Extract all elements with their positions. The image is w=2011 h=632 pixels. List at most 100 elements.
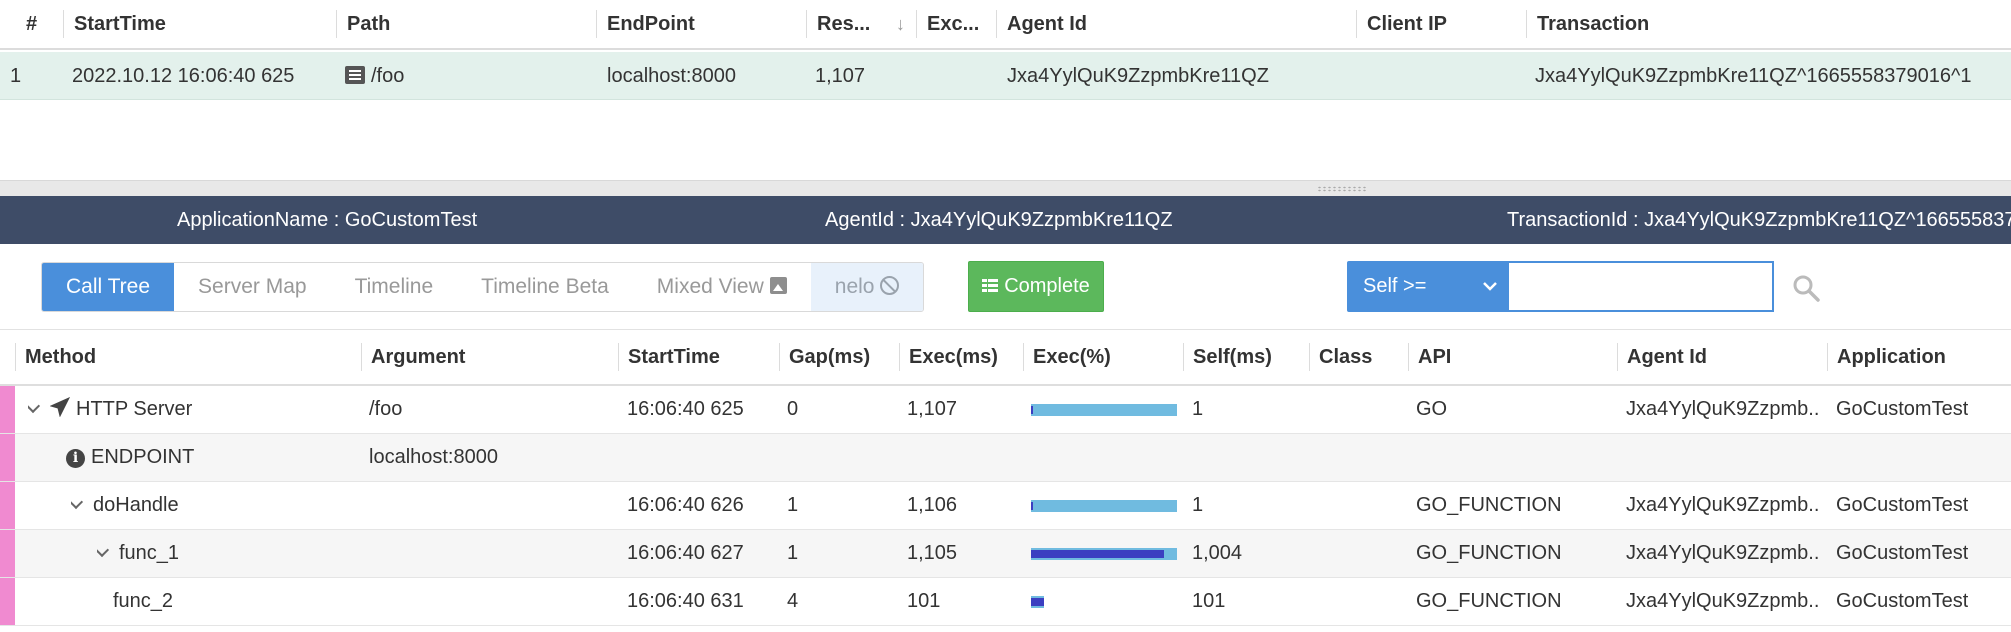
transaction-list-header: # StartTime Path EndPoint Res... ↓ Exc...… [0,0,2011,50]
self-cell: 1 [1192,398,1204,420]
exec-cell: 1,107 [907,398,958,420]
method-cell: doHandle [71,482,179,529]
col-header-exec[interactable]: Exec(ms) [899,331,998,384]
call-tree-row[interactable]: doHandle 16:06:40 626 1 1,106 1 GO_FUNCT… [0,482,2011,530]
agent-id-cell: Jxa4YylQuK9Zzpmb... [1626,494,1821,516]
self-bar-fill [1031,502,1033,510]
gap-cell: 4 [787,590,799,612]
col-header-client-ip[interactable]: Client IP [1355,0,1527,48]
ban-icon [880,276,900,295]
starttime-cell: 16:06:40 625 [627,398,744,420]
exec-pct-bar [1031,404,1177,416]
tab-timeline[interactable]: Timeline [330,263,458,311]
method-cell: func_1 [97,530,179,577]
application-cell: GoCustomTest [1836,398,1969,420]
col-header-method[interactable]: Method [15,331,96,384]
tab-server-map[interactable]: Server Map [174,263,331,311]
application-name-label: ApplicationName : GoCustomTest [177,209,478,231]
starttime-cell: 16:06:40 627 [627,542,744,564]
api-cell: GO_FUNCTION [1416,494,1562,516]
tab-mixed-view[interactable]: Mixed View [632,263,811,311]
chevron-down-icon[interactable] [28,398,41,414]
col-header-class[interactable]: Class [1309,331,1372,384]
col-header-transaction[interactable]: Transaction [1525,0,2005,48]
row-marker [0,482,15,529]
tab-call-tree[interactable]: Call Tree [42,263,175,311]
chevron-down-icon [1483,261,1497,312]
paper-plane-icon [49,388,71,433]
cell-client-ip [1355,52,1365,100]
search-icon[interactable] [1792,274,1820,302]
application-cell: GoCustomTest [1836,542,1969,564]
sort-desc-icon: ↓ [896,14,905,34]
detail-toolbar: Call Tree Server Map Timeline Timeline B… [0,244,2011,330]
col-header-gap[interactable]: Gap(ms) [779,331,870,384]
exec-pct-bar [1031,500,1177,512]
col-header-agent-id[interactable]: Agent Id [995,0,1357,48]
call-tree-row[interactable]: func_1 16:06:40 627 1 1,105 1,004 GO_FUN… [0,530,2011,578]
col-header-self[interactable]: Self(ms) [1183,331,1272,384]
cell-path: /foo [335,52,404,100]
self-bar-fill [1031,406,1033,414]
self-cell: 1 [1192,494,1204,516]
application-cell: GoCustomTest [1836,590,1969,612]
col-header-application[interactable]: Application [1827,331,1946,384]
cell-index: 1 [10,65,22,87]
self-filter-dropdown[interactable]: Self >= [1347,261,1509,312]
self-cell: 101 [1192,590,1226,612]
self-bar-fill [1031,550,1164,558]
api-cell: GO_FUNCTION [1416,590,1562,612]
col-header-exec-pct[interactable]: Exec(%) [1023,331,1111,384]
complete-button[interactable]: Complete [968,261,1104,312]
method-cell: i ENDPOINT [66,434,194,481]
drag-handle-icon[interactable] [1317,186,1367,192]
self-cell: 1,004 [1192,542,1243,564]
exec-pct-bar [1031,596,1177,608]
chevron-down-icon[interactable] [97,542,110,558]
tab-timeline-beta[interactable]: Timeline Beta [457,263,633,311]
method-cell: HTTP Server [28,386,192,433]
call-tree-row[interactable]: func_2 16:06:40 631 4 101 101 GO_FUNCTIO… [0,578,2011,626]
col-header-argument[interactable]: Argument [361,331,465,384]
list-grid-icon [982,279,999,293]
col-header-endpoint[interactable]: EndPoint [595,0,807,48]
gap-cell: 1 [787,542,799,564]
call-tree-header: Method Argument StartTime Gap(ms) Exec(m… [0,331,2011,386]
exec-bar-fill [1031,404,1177,416]
list-icon [345,66,365,84]
col-header-path[interactable]: Path [335,0,597,48]
cell-response: 1,107 [815,65,866,87]
self-bar-fill [1031,598,1044,606]
row-marker [0,386,15,433]
tab-nelo[interactable]: nelo [810,263,924,311]
transaction-row[interactable]: 1 2022.10.12 16:06:40 625 /foo localhost… [0,52,2011,100]
exec-pct-bar [1031,548,1177,560]
col-header-response[interactable]: Res... ↓ [805,0,917,48]
col-header-index[interactable]: # [14,0,64,48]
api-cell: GO [1416,398,1448,420]
row-marker [0,578,15,625]
agent-id-label: AgentId : Jxa4YylQuK9ZzpmbKre11QZ [825,209,1173,231]
self-filter-input[interactable] [1509,261,1774,312]
api-cell: GO_FUNCTION [1416,542,1562,564]
col-header-agent-id[interactable]: Agent Id [1617,331,1707,384]
col-header-exception[interactable]: Exc... [915,0,997,48]
starttime-cell: 16:06:40 631 [627,590,744,612]
col-header-api[interactable]: API [1408,331,1451,384]
cell-agent-id: Jxa4YylQuK9ZzpmbKre11QZ [1007,65,1269,87]
argument-cell: localhost:8000 [369,446,498,468]
col-header-starttime[interactable]: StartTime [62,0,337,48]
chevron-down-icon[interactable] [71,494,84,510]
row-marker [0,530,15,577]
cell-endpoint: localhost:8000 [607,65,736,87]
pane-splitter[interactable] [0,180,2011,196]
agent-id-cell: Jxa4YylQuK9Zzpmb... [1626,590,1821,612]
cell-exception [915,52,925,100]
external-image-icon [769,277,787,294]
exec-cell: 1,106 [907,494,958,516]
call-tree-table: Method Argument StartTime Gap(ms) Exec(m… [0,331,2011,626]
call-tree-row[interactable]: i ENDPOINT localhost:8000 [0,434,2011,482]
call-tree-row[interactable]: HTTP Server /foo 16:06:40 625 0 1,107 1 … [0,386,2011,434]
col-header-starttime[interactable]: StartTime [618,331,720,384]
gap-cell: 1 [787,494,799,516]
